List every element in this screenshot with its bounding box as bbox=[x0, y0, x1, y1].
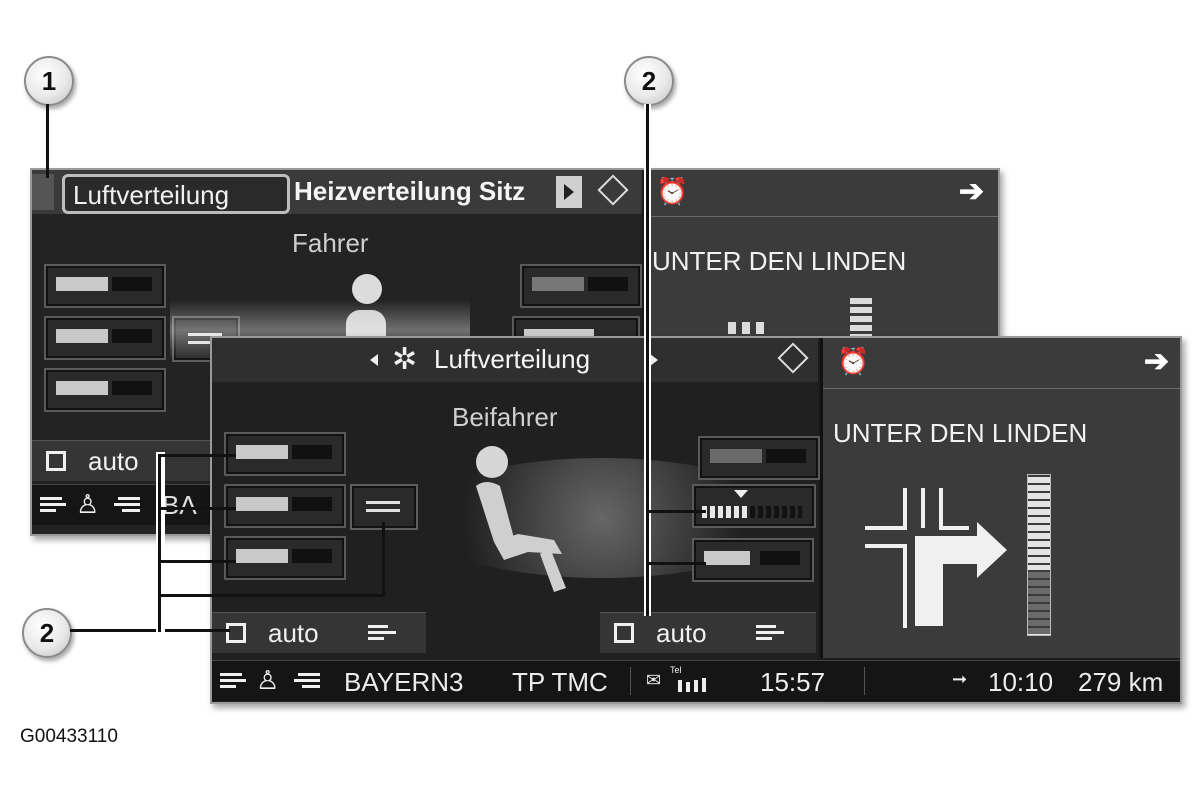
status-distance: 279 km bbox=[1078, 667, 1164, 697]
front-slot-right-2[interactable] bbox=[692, 484, 816, 528]
back-nav-ticks bbox=[728, 322, 768, 334]
back-status-bar: ♙ BA bbox=[32, 484, 222, 525]
joystick-icon[interactable] bbox=[592, 174, 632, 208]
status-eta: 10:10 bbox=[988, 667, 1054, 697]
front-auto-left-label: auto bbox=[268, 618, 319, 648]
front-nav-top: ⏰ ➔ bbox=[823, 338, 1180, 389]
status-clock: 15:57 bbox=[760, 667, 826, 697]
leader-2-left-h bbox=[70, 629, 230, 632]
back-slot-1[interactable] bbox=[44, 264, 166, 308]
leader-2-left-b3 bbox=[158, 560, 236, 563]
signal-bars-icon: Tel bbox=[670, 665, 682, 675]
callout-2-top: 2 bbox=[624, 56, 674, 106]
arrow-forward-icon: ➞ bbox=[952, 669, 968, 689]
triangle-right-icon[interactable] bbox=[650, 354, 658, 366]
triangle-left-icon[interactable] bbox=[370, 354, 378, 366]
back-slot-2[interactable] bbox=[44, 316, 166, 360]
leader-2-top bbox=[646, 104, 649, 616]
auto-checkbox-icon bbox=[46, 451, 66, 471]
callout-1-label: 1 bbox=[41, 65, 57, 96]
auto-checkbox-icon bbox=[226, 623, 246, 643]
status-station: BAYERN3 bbox=[344, 667, 464, 697]
level-marker-icon bbox=[734, 490, 748, 498]
air-left-icon bbox=[40, 497, 66, 513]
front-slot-3[interactable] bbox=[224, 536, 346, 580]
front-auto-right-label: auto bbox=[656, 618, 707, 648]
turn-arrow-icon bbox=[865, 488, 1007, 628]
leader-2-branch-b bbox=[646, 562, 706, 565]
tab-heizverteilung-label[interactable]: Heizverteilung Sitz bbox=[294, 176, 556, 207]
air-right-icon bbox=[114, 497, 140, 513]
alarm-clock-icon[interactable]: ⏰ bbox=[837, 346, 869, 377]
air-flow-icon bbox=[756, 625, 784, 641]
leader-1 bbox=[46, 104, 49, 178]
front-nav-panel: ⏰ ➔ UNTER DEN LINDEN bbox=[820, 338, 1180, 658]
back-nav-street: UNTER DEN LINDEN bbox=[652, 246, 907, 276]
front-nav-street: UNTER DEN LINDEN bbox=[833, 418, 1088, 448]
back-nav-top: ⏰ ➔ bbox=[644, 170, 998, 217]
back-station-label: BA bbox=[162, 490, 197, 520]
air-right-icon bbox=[294, 673, 320, 689]
front-auto-bar-left[interactable]: auto bbox=[212, 612, 426, 653]
tab-luftverteilung-label: Luftverteilung bbox=[73, 180, 230, 210]
signal-bars bbox=[674, 676, 714, 692]
back-auto-label: auto bbox=[88, 446, 139, 476]
status-tp-tmc: TP TMC bbox=[512, 667, 608, 697]
arrow-right-icon[interactable]: ➔ bbox=[1144, 344, 1169, 379]
back-auto-bar[interactable]: auto bbox=[32, 440, 222, 481]
figure-id: G00433110 bbox=[20, 726, 118, 747]
joystick-icon[interactable] bbox=[772, 342, 812, 376]
tab-left-edge bbox=[32, 174, 54, 210]
seat-person-icon: ♙ bbox=[76, 489, 100, 519]
front-seat-label: Beifahrer bbox=[452, 402, 558, 432]
front-title: Luftverteilung bbox=[434, 344, 591, 374]
mail-icon: ✉ bbox=[646, 670, 662, 690]
leader-2-left-v bbox=[158, 454, 161, 632]
back-seat-label: Fahrer bbox=[292, 228, 369, 258]
front-auto-bar-right[interactable]: auto bbox=[600, 612, 816, 653]
front-title-bar: ✲ Luftverteilung bbox=[212, 338, 818, 382]
tab-bar: Luftverteilung Heizverteilung Sitz bbox=[32, 170, 642, 214]
fan-icon: ✲ bbox=[392, 343, 418, 376]
tab-luftverteilung[interactable]: Luftverteilung bbox=[62, 174, 290, 214]
triangle-right-icon bbox=[564, 184, 574, 200]
front-slot-2[interactable] bbox=[224, 484, 346, 528]
auto-checkbox-icon bbox=[614, 623, 634, 643]
back-slot-right-1[interactable] bbox=[520, 264, 642, 308]
back-slot-3[interactable] bbox=[44, 368, 166, 412]
front-status-bar: ♙ BAYERN3 TP TMC ✉ Tel 15:57 ➞ 10:10 279… bbox=[212, 660, 1180, 701]
front-slot-right-3[interactable] bbox=[692, 538, 814, 582]
tab-scroll-right-button[interactable] bbox=[556, 176, 582, 208]
seat-person-icon: ♙ bbox=[256, 665, 280, 695]
front-screen: ✲ Luftverteilung Beifahrer auto auto ♙ B… bbox=[210, 336, 1182, 704]
callout-1: 1 bbox=[24, 56, 74, 106]
air-flow-icon bbox=[368, 625, 396, 641]
alarm-clock-icon[interactable]: ⏰ bbox=[656, 176, 688, 207]
callout-2-left: 2 bbox=[22, 608, 72, 658]
air-left-icon bbox=[220, 673, 246, 689]
callout-2-left-label: 2 bbox=[39, 617, 55, 648]
leader-2-left-b4-up bbox=[382, 522, 385, 597]
front-slot-1[interactable] bbox=[224, 432, 346, 476]
arrow-right-icon[interactable]: ➔ bbox=[959, 174, 984, 209]
leader-2-left-b1 bbox=[158, 454, 236, 457]
leader-2-branch-a bbox=[646, 510, 706, 513]
leader-2-left-b2 bbox=[158, 507, 236, 510]
seat-icon bbox=[476, 446, 566, 592]
front-slot-right-1[interactable] bbox=[698, 436, 820, 480]
leader-2-left-b4 bbox=[158, 594, 384, 597]
callout-2-top-label: 2 bbox=[641, 65, 657, 96]
